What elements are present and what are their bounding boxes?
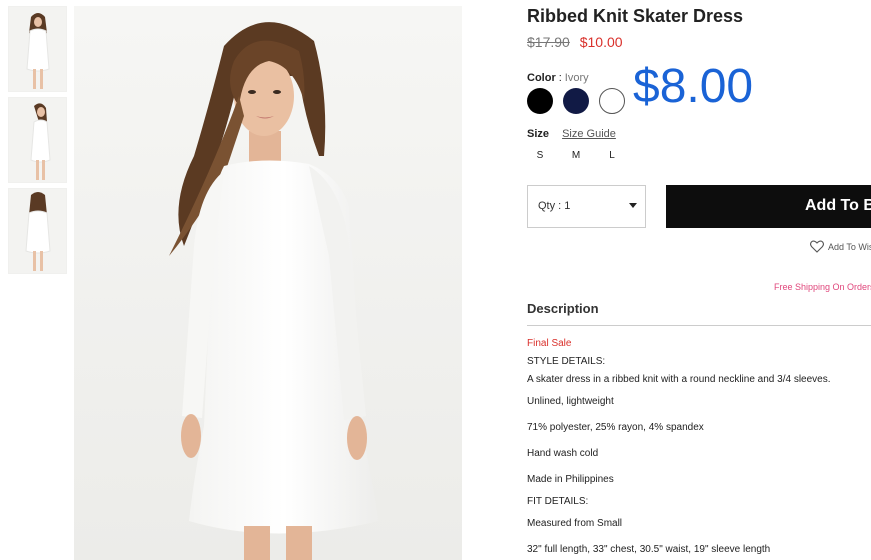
description-heading: Description [527,301,599,316]
quantity-value: Qty : 1 [538,200,571,212]
thumbnail-strip [8,6,68,279]
swatch-black[interactable] [527,88,553,114]
lining-text: Unlined, lightweight [527,396,614,407]
sale-price: $10.00 [579,34,623,50]
final-sale-label: Final Sale [527,338,572,349]
size-row: Size Size Guide [527,128,616,140]
size-option-s[interactable]: S [527,150,553,161]
content-text: 71% polyester, 25% rayon, 4% spandex [527,422,704,433]
size-label: Size [527,128,550,140]
swatch-navy[interactable] [563,88,589,114]
measured-from-text: Measured from Small [527,518,623,529]
overlay-price: $8.00 [633,60,754,113]
color-separator: : [558,72,562,84]
thumbnail-back[interactable] [8,188,67,274]
heart-icon [810,240,824,253]
swatch-ivory[interactable] [599,88,625,114]
add-to-bag-label: Add To Bag [805,197,871,214]
free-shipping-notice: Free Shipping On Orders Over $50 [774,282,871,292]
measurements-text: 32" full length, 33" chest, 30.5" waist,… [527,544,771,555]
caret-down-icon [629,203,637,208]
wishlist-label: Add To Wishlist [828,242,871,252]
product-info-panel: Ribbed Knit Skater Dress $17.90 $10.00 C… [527,0,871,560]
original-price: $17.90 [527,34,570,50]
style-details-text: A skater dress in a ribbed knit with a r… [527,374,831,385]
add-to-wishlist-link[interactable]: Add To Wishlist [810,240,871,253]
care-text: Hand wash cold [527,448,599,459]
size-option-l[interactable]: L [599,150,625,161]
origin-text: Made in Philippines [527,474,614,485]
price-row: $17.90 $10.00 [527,34,623,50]
size-option-m[interactable]: M [563,150,589,161]
size-guide-link[interactable]: Size Guide [562,128,616,140]
color-row: Color: Ivory [527,72,589,84]
description-divider [527,325,871,326]
fit-details-heading: FIT DETAILS: [527,496,589,507]
thumbnail-front[interactable] [8,6,67,92]
product-title: Ribbed Knit Skater Dress [527,6,744,26]
product-main-image[interactable] [74,6,462,560]
color-label: Color [527,72,556,84]
thumbnail-side[interactable] [8,97,67,183]
quantity-select[interactable]: Qty : 1 [527,185,646,228]
add-to-bag-button[interactable]: Add To Bag [666,185,871,228]
style-details-heading: STYLE DETAILS: [527,356,606,367]
color-selected-value: Ivory [564,72,589,84]
